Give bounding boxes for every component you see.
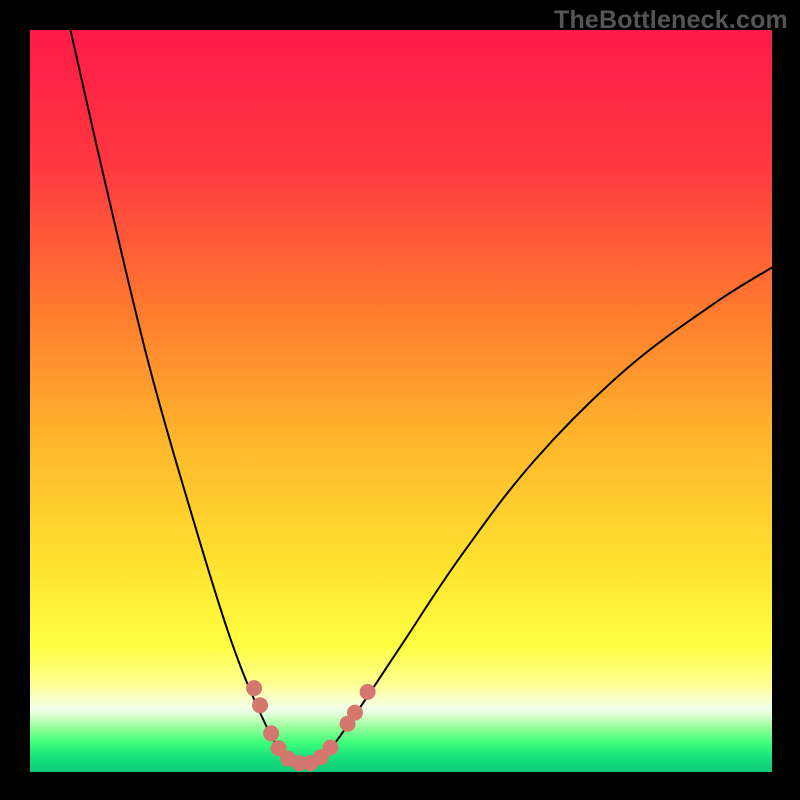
data-marker <box>360 684 376 700</box>
data-marker <box>347 705 363 721</box>
bottleneck-chart <box>0 0 800 800</box>
data-marker <box>252 697 268 713</box>
data-marker <box>246 680 262 696</box>
watermark-text: TheBottleneck.com <box>554 6 788 35</box>
gradient-background <box>30 30 772 772</box>
data-marker <box>323 740 339 756</box>
data-marker <box>263 725 279 741</box>
chart-frame: TheBottleneck.com <box>0 0 800 800</box>
